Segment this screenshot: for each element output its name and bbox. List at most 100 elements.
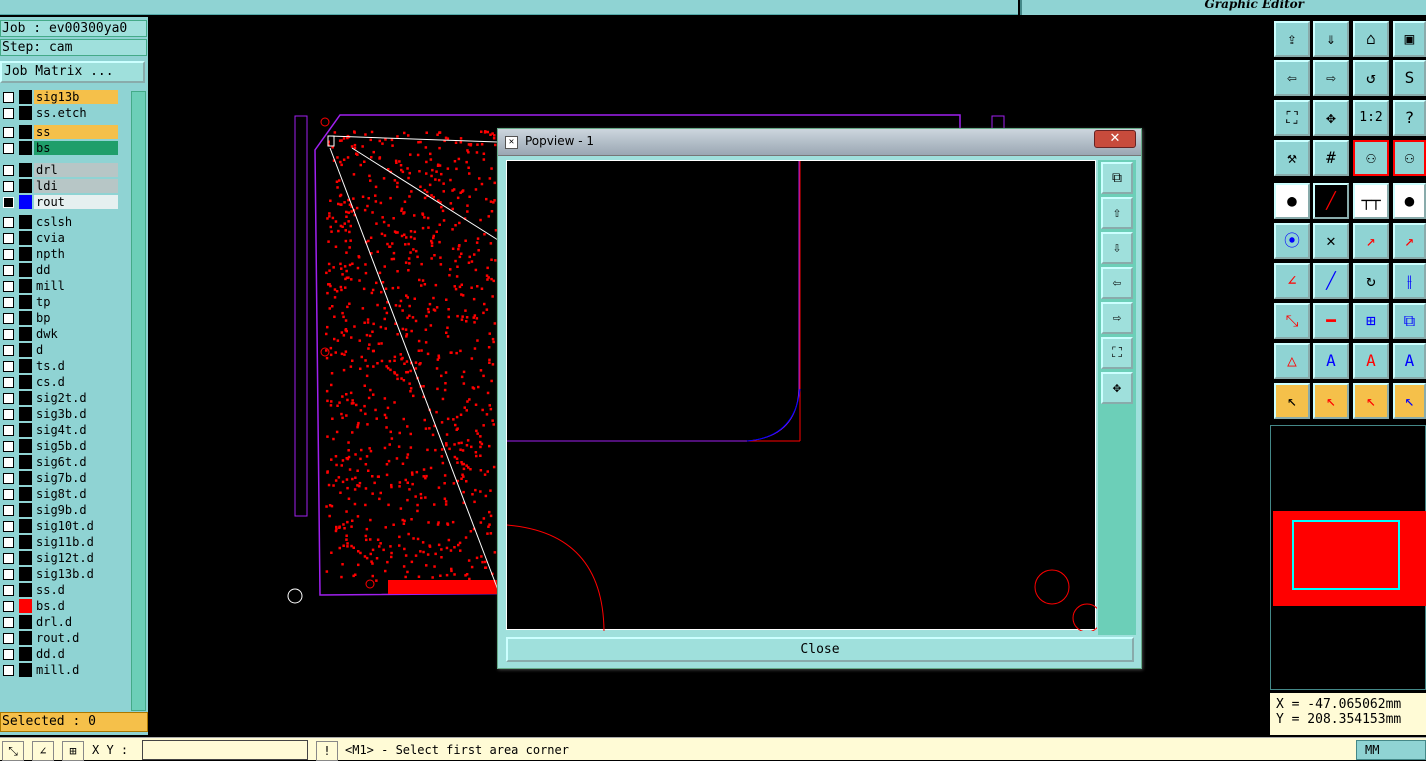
- layer-checkbox[interactable]: [3, 165, 14, 176]
- slash-icon[interactable]: ╱: [1313, 263, 1349, 299]
- move-left-icon[interactable]: ⇦: [1274, 60, 1310, 96]
- connect-icon[interactable]: ⦿: [1274, 223, 1310, 259]
- layer-checkbox[interactable]: [3, 127, 14, 138]
- layer-name[interactable]: bp: [34, 311, 118, 325]
- layer-checkbox[interactable]: [3, 265, 14, 276]
- layer-checkbox[interactable]: [3, 345, 14, 356]
- angle-icon[interactable]: ∠: [1274, 263, 1310, 299]
- pan-right-icon[interactable]: ⇨: [1101, 302, 1133, 334]
- layer-row[interactable]: npth: [0, 246, 120, 262]
- layer-checkbox[interactable]: [3, 601, 14, 612]
- layer-name[interactable]: sig11b.d: [34, 535, 118, 549]
- layer-checkbox[interactable]: [3, 393, 14, 404]
- layer-checkbox[interactable]: [3, 297, 14, 308]
- layer-checkbox[interactable]: [3, 281, 14, 292]
- layer-name[interactable]: sig9b.d: [34, 503, 118, 517]
- home-icon[interactable]: ⌂: [1353, 21, 1389, 57]
- layer-name[interactable]: sig4t.d: [34, 423, 118, 437]
- snap-mode-icon[interactable]: ⤡: [2, 741, 24, 761]
- select-icon[interactable]: ↖: [1274, 383, 1310, 419]
- close-button[interactable]: Close: [506, 637, 1134, 662]
- layer-checkbox[interactable]: [3, 457, 14, 468]
- layer-name[interactable]: cvia: [34, 231, 118, 245]
- line-icon[interactable]: ━: [1313, 303, 1349, 339]
- layer-name[interactable]: mill.d: [34, 663, 118, 677]
- layer-row[interactable]: sig3b.d: [0, 406, 120, 422]
- layer-row[interactable]: rout.d: [0, 630, 120, 646]
- layer-name[interactable]: cslsh: [34, 215, 118, 229]
- layer-checkbox[interactable]: [3, 633, 14, 644]
- layer-name[interactable]: sig13b: [34, 90, 118, 104]
- layer-scrollbar[interactable]: [131, 91, 146, 711]
- layer-name[interactable]: drl.d: [34, 615, 118, 629]
- text-move-icon[interactable]: A: [1393, 343, 1426, 379]
- layer-name[interactable]: drl: [34, 163, 118, 177]
- layer-name[interactable]: sig8t.d: [34, 487, 118, 501]
- triangle-icon[interactable]: △: [1274, 343, 1310, 379]
- snap-icon[interactable]: ⚇: [1353, 140, 1389, 176]
- zoom-fit-icon[interactable]: ⛶: [1101, 337, 1133, 369]
- layer-checkbox[interactable]: [3, 569, 14, 580]
- layer-name[interactable]: mill: [34, 279, 118, 293]
- select-poly-icon[interactable]: ↖: [1353, 383, 1389, 419]
- move-point-icon[interactable]: ↗: [1353, 223, 1389, 259]
- add-line-icon[interactable]: ╱: [1313, 183, 1349, 219]
- layer-checkbox[interactable]: [3, 441, 14, 452]
- grid-mode-icon[interactable]: ⊞: [62, 741, 84, 761]
- layer-row[interactable]: drl.d: [0, 614, 120, 630]
- layer-name[interactable]: rout: [34, 195, 118, 209]
- pan-left-icon[interactable]: ⇦: [1101, 267, 1133, 299]
- pan-up-icon[interactable]: ⇧: [1101, 197, 1133, 229]
- zoom-home-icon[interactable]: ⧉: [1101, 162, 1133, 194]
- layer-row[interactable]: bs.d: [0, 598, 120, 614]
- layer-row[interactable]: d: [0, 342, 120, 358]
- layer-row[interactable]: ts.d: [0, 358, 120, 374]
- layer-row[interactable]: ss.etch: [0, 105, 120, 121]
- popview-titlebar[interactable]: ✕ Popview - 1 ✕: [498, 129, 1141, 156]
- layer-row[interactable]: dd.d: [0, 646, 120, 662]
- angle-mode-icon[interactable]: ∠: [32, 741, 54, 761]
- layer-name[interactable]: bs.d: [34, 599, 118, 613]
- close-icon[interactable]: ✕: [1094, 130, 1136, 148]
- layer-row[interactable]: sig13b: [0, 89, 120, 105]
- redraw-icon[interactable]: S: [1393, 60, 1426, 96]
- layer-checkbox[interactable]: [3, 249, 14, 260]
- layer-row[interactable]: sig6t.d: [0, 454, 120, 470]
- layer-name[interactable]: sig2t.d: [34, 391, 118, 405]
- layer-checkbox[interactable]: [3, 505, 14, 516]
- layer-row[interactable]: sig12t.d: [0, 550, 120, 566]
- layer-checkbox[interactable]: [3, 553, 14, 564]
- layer-name[interactable]: sig10t.d: [34, 519, 118, 533]
- zoom-center-icon[interactable]: ✥: [1101, 372, 1133, 404]
- layer-checkbox[interactable]: [3, 665, 14, 676]
- layer-row[interactable]: sig13b.d: [0, 566, 120, 582]
- layer-name[interactable]: bs: [34, 141, 118, 155]
- layer-row[interactable]: sig5b.d: [0, 438, 120, 454]
- layer-name[interactable]: sig5b.d: [34, 439, 118, 453]
- ruler-icon[interactable]: ┬┬: [1353, 183, 1389, 219]
- minimap[interactable]: [1270, 425, 1426, 690]
- move-up-icon[interactable]: ⇪: [1274, 21, 1310, 57]
- layer-row[interactable]: rout: [0, 194, 120, 210]
- layer-name[interactable]: tp: [34, 295, 118, 309]
- layer-row[interactable]: mill.d: [0, 662, 120, 678]
- layer-name[interactable]: ss: [34, 125, 118, 139]
- layer-row[interactable]: bp: [0, 310, 120, 326]
- layer-checkbox[interactable]: [3, 108, 14, 119]
- measure-icon[interactable]: ⚒: [1274, 140, 1310, 176]
- move-down-icon[interactable]: ⇓: [1313, 21, 1349, 57]
- net-icon[interactable]: ⚇: [1393, 140, 1426, 176]
- layer-row[interactable]: sig7b.d: [0, 470, 120, 486]
- layer-row[interactable]: mill: [0, 278, 120, 294]
- zoom-1-2-icon[interactable]: 1:2: [1353, 100, 1389, 136]
- layer-name[interactable]: dd: [34, 263, 118, 277]
- layer-row[interactable]: tp: [0, 294, 120, 310]
- layer-row[interactable]: dd: [0, 262, 120, 278]
- layer-row[interactable]: sig4t.d: [0, 422, 120, 438]
- layer-row[interactable]: drl: [0, 162, 120, 178]
- layer-row[interactable]: sig8t.d: [0, 486, 120, 502]
- delete-icon[interactable]: ✕: [1313, 223, 1349, 259]
- layer-checkbox[interactable]: [3, 409, 14, 420]
- layer-row[interactable]: ss: [0, 124, 120, 140]
- layer-name[interactable]: sig13b.d: [34, 567, 118, 581]
